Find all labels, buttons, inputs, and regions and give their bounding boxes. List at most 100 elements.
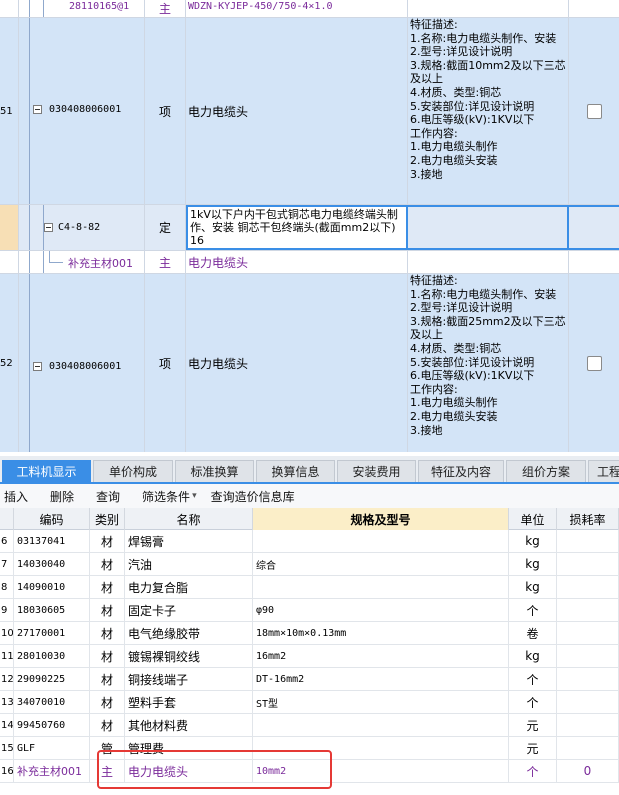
grid-row[interactable]: 12 29090225 材铜接线端子 DT-16mm2 个 xyxy=(0,668,619,691)
col-header-category[interactable]: 类别 xyxy=(90,508,125,530)
resource-loss-rate[interactable] xyxy=(557,553,619,575)
resource-code[interactable]: 14030040 xyxy=(14,553,90,575)
col-header-unit[interactable]: 单位 xyxy=(509,508,557,530)
resource-unit[interactable]: 元 xyxy=(509,737,557,759)
resource-unit[interactable]: 个 xyxy=(509,691,557,713)
tab-installation-fee[interactable]: 安装费用 xyxy=(337,460,416,482)
resource-unit[interactable]: 元 xyxy=(509,714,557,736)
grid-row[interactable]: 7 14030040 材汽油 综合 kg xyxy=(0,553,619,576)
resource-category[interactable]: 材 xyxy=(90,530,125,552)
resource-category[interactable]: 材 xyxy=(90,576,125,598)
resource-unit[interactable]: 个 xyxy=(509,760,557,782)
resource-code[interactable]: 补充主材001 xyxy=(14,760,90,782)
col-header-spec[interactable]: 规格及型号 xyxy=(253,508,509,530)
resource-category[interactable]: 材 xyxy=(90,668,125,690)
grid-row[interactable]: 13 34070010 材塑料手套 ST型个 xyxy=(0,691,619,714)
resource-category[interactable]: 材 xyxy=(90,622,125,644)
table-row[interactable]: 51 030408006001 项 电力电缆头 特征描述: 1.名称:电力电缆头… xyxy=(0,18,619,205)
resource-loss-rate[interactable] xyxy=(557,622,619,644)
grid-row[interactable]: 11 28010030 材镀锡裸铜绞线 16mm2 kg xyxy=(0,645,619,668)
resource-spec[interactable]: 综合 xyxy=(253,553,509,575)
tab-conversion-info[interactable]: 换算信息 xyxy=(256,460,335,482)
grid-row[interactable]: 8 14090010 材电力复合脂 kg xyxy=(0,576,619,599)
grid-row[interactable]: 10 27170001 材电气绝缘胶带 18mm×10m×0.13mm 卷 xyxy=(0,622,619,645)
resource-loss-rate[interactable] xyxy=(557,530,619,552)
resource-code[interactable]: GLF xyxy=(14,737,90,759)
col-header-code[interactable]: 编码 xyxy=(14,508,90,530)
resource-code[interactable]: 14090010 xyxy=(14,576,90,598)
resource-spec[interactable]: φ90 xyxy=(253,599,509,621)
collapse-toggle-icon[interactable] xyxy=(44,223,53,232)
tab-project[interactable]: 工程 xyxy=(588,460,619,482)
item-name[interactable]: 电力电缆头 xyxy=(186,18,408,204)
table-row[interactable]: 补充主材001 主 电力电缆头 xyxy=(0,251,619,274)
item-name[interactable]: 电力电缆头 xyxy=(186,251,408,273)
resource-unit[interactable]: 个 xyxy=(509,668,557,690)
resource-loss-rate[interactable]: 0 xyxy=(557,760,619,782)
resource-code[interactable]: 28010030 xyxy=(14,645,90,667)
resource-loss-rate[interactable] xyxy=(557,714,619,736)
collapse-toggle-icon[interactable] xyxy=(33,105,42,114)
resource-unit[interactable]: kg xyxy=(509,530,557,552)
resource-category[interactable]: 材 xyxy=(90,645,125,667)
collapse-toggle-icon[interactable] xyxy=(33,362,42,371)
tab-unit-price[interactable]: 单价构成 xyxy=(93,460,173,482)
item-features[interactable]: 特征描述: 1.名称:电力电缆头制作、安装 2.型号:详见设计说明 3.规格:截… xyxy=(408,274,569,452)
delete-button[interactable]: 删除 xyxy=(50,488,74,505)
resource-name[interactable]: 电力复合脂 xyxy=(125,576,253,598)
query-button[interactable]: 查询 xyxy=(96,488,120,505)
resource-loss-rate[interactable] xyxy=(557,576,619,598)
resource-code[interactable]: 34070010 xyxy=(14,691,90,713)
resource-name[interactable]: 固定卡子 xyxy=(125,599,253,621)
resource-spec[interactable] xyxy=(253,576,509,598)
resource-code[interactable]: 29090225 xyxy=(14,668,90,690)
resource-code[interactable]: 99450760 xyxy=(14,714,90,736)
resource-loss-rate[interactable] xyxy=(557,645,619,667)
row-checkbox[interactable] xyxy=(586,356,602,371)
resource-code[interactable]: 27170001 xyxy=(14,622,90,644)
item-name-editor[interactable]: 1kV以下户内干包式铜芯电力电缆终端头制作、安装 铜芯干包终端头(截面mm2以下… xyxy=(186,205,408,250)
query-price-info-button[interactable]: 查询造价信息库 xyxy=(211,488,295,505)
resource-loss-rate[interactable] xyxy=(557,691,619,713)
resource-spec[interactable] xyxy=(253,714,509,736)
resource-name[interactable]: 铜接线端子 xyxy=(125,668,253,690)
tab-pricing-scheme[interactable]: 组价方案 xyxy=(506,460,586,482)
resource-code[interactable]: 18030605 xyxy=(14,599,90,621)
tab-features-content[interactable]: 特征及内容 xyxy=(418,460,504,482)
col-header-loss-rate[interactable]: 损耗率 xyxy=(557,508,619,530)
chevron-down-icon[interactable]: ▾ xyxy=(192,491,197,501)
resource-loss-rate[interactable] xyxy=(557,668,619,690)
item-features[interactable]: 特征描述: 1.名称:电力电缆头制作、安装 2.型号:详见设计说明 3.规格:截… xyxy=(408,18,569,204)
resource-name[interactable]: 电气绝缘胶带 xyxy=(125,622,253,644)
resource-unit[interactable]: 卷 xyxy=(509,622,557,644)
grid-row[interactable]: 6 03137041 材焊锡膏 kg xyxy=(0,530,619,553)
tab-labor-material-machine[interactable]: 工料机显示 xyxy=(2,460,91,482)
resource-spec[interactable]: ST型 xyxy=(253,691,509,713)
resource-name[interactable]: 塑料手套 xyxy=(125,691,253,713)
resource-name[interactable]: 汽油 xyxy=(125,553,253,575)
grid-row[interactable]: 14 99450760 材其他材料费 元 xyxy=(0,714,619,737)
table-row-selected[interactable]: C4-8-82 定 1kV以下户内干包式铜芯电力电缆终端头制作、安装 铜芯干包终… xyxy=(0,205,619,251)
resource-category[interactable]: 材 xyxy=(90,553,125,575)
resource-unit[interactable]: 个 xyxy=(509,599,557,621)
resource-category[interactable]: 材 xyxy=(90,714,125,736)
table-row[interactable]: 28110165@1 主 WDZN-KYJEP-450/750-4×1.0 xyxy=(0,0,619,18)
insert-button[interactable]: 插入 xyxy=(4,488,28,505)
resource-spec[interactable] xyxy=(253,530,509,552)
resource-unit[interactable]: kg xyxy=(509,645,557,667)
grid-row[interactable]: 9 18030605 材固定卡子 φ90 个 xyxy=(0,599,619,622)
resource-spec[interactable]: DT-16mm2 xyxy=(253,668,509,690)
filter-dropdown[interactable]: 筛选条件 xyxy=(142,488,190,505)
item-name[interactable]: 电力电缆头 xyxy=(186,274,408,452)
resource-category[interactable]: 材 xyxy=(90,599,125,621)
resource-unit[interactable]: kg xyxy=(509,553,557,575)
resource-name[interactable]: 其他材料费 xyxy=(125,714,253,736)
col-header-name[interactable]: 名称 xyxy=(125,508,253,530)
tab-standard-conversion[interactable]: 标准换算 xyxy=(175,460,254,482)
resource-name[interactable]: 焊锡膏 xyxy=(125,530,253,552)
resource-loss-rate[interactable] xyxy=(557,737,619,759)
resource-spec[interactable]: 18mm×10m×0.13mm xyxy=(253,622,509,644)
row-checkbox[interactable] xyxy=(586,103,602,119)
resource-category[interactable]: 材 xyxy=(90,691,125,713)
resource-code[interactable]: 03137041 xyxy=(14,530,90,552)
